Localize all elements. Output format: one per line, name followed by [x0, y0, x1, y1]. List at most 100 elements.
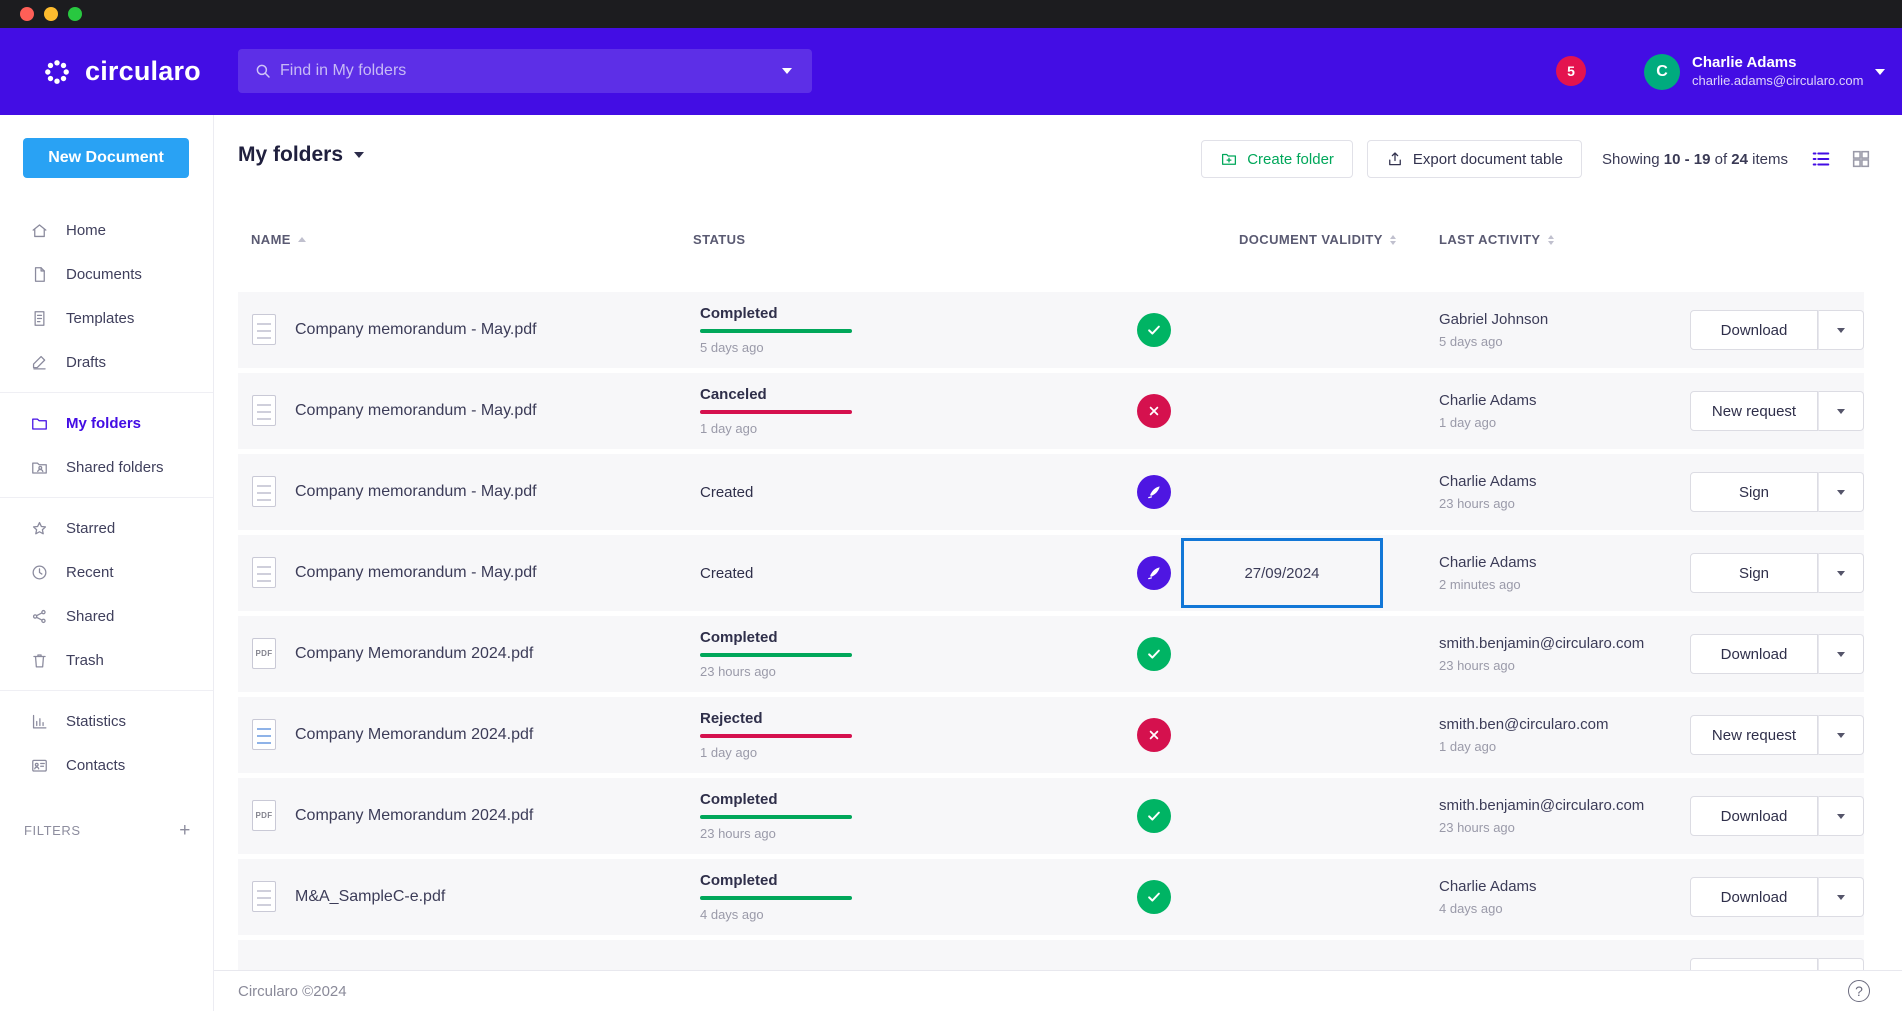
list-view-button[interactable]	[1810, 148, 1832, 170]
document-validity-cell[interactable]	[1181, 619, 1383, 689]
column-header-document-validity[interactable]: DOCUMENT VALIDITY	[1239, 232, 1396, 247]
status-cell: Completed 23 hours ago	[700, 616, 852, 692]
table-row[interactable]: PDF Company Memorandum 2024.pdf Complete…	[238, 616, 1864, 692]
export-label: Export document table	[1413, 151, 1563, 168]
search-input[interactable]	[272, 62, 762, 80]
status-time: 1 day ago	[700, 745, 852, 760]
row-action-dropdown[interactable]	[1818, 472, 1864, 512]
status-label: Rejected	[700, 710, 852, 727]
document-validity-cell[interactable]	[1181, 700, 1383, 770]
row-action-button[interactable]: Sign	[1690, 472, 1818, 512]
list-view-icon	[1810, 148, 1832, 170]
export-document-table-button[interactable]: Export document table	[1367, 140, 1582, 178]
status-cell: Canceled 1 day ago	[700, 373, 852, 449]
new-document-button[interactable]: New Document	[23, 138, 189, 178]
table-row[interactable]: Company memorandum - May.pdf Created Cha…	[238, 454, 1864, 530]
document-name: Company Memorandum 2024.pdf	[295, 807, 533, 825]
document-file-icon	[252, 719, 276, 750]
create-folder-button[interactable]: Create folder	[1201, 140, 1353, 178]
row-action-button[interactable]: Download	[1690, 310, 1818, 350]
row-action-button[interactable]: Download	[1690, 634, 1818, 674]
sidebar-item-label: Documents	[66, 266, 142, 283]
table-row[interactable]: Company Memorandum 2024.pdf Rejected 1 d…	[238, 697, 1864, 773]
circularo-logo-icon	[40, 55, 74, 89]
documents-icon	[30, 265, 49, 284]
document-validity-cell[interactable]	[1181, 376, 1383, 446]
user-menu[interactable]: C Charlie Adams charlie.adams@circularo.…	[1644, 54, 1885, 90]
status-time: 5 days ago	[700, 340, 852, 355]
document-validity-cell-selected[interactable]: 27/09/2024	[1181, 538, 1383, 608]
table-row[interactable]: Company memorandum - May.pdf Created 27/…	[238, 535, 1864, 611]
minimize-button[interactable]	[44, 7, 58, 21]
sidebar-item-home[interactable]: Home	[0, 208, 213, 252]
sidebar-item-recent[interactable]: Recent	[0, 550, 213, 594]
user-email: charlie.adams@circularo.com	[1692, 74, 1863, 88]
cross-status-badge-icon	[1137, 394, 1171, 428]
stats-icon	[30, 712, 49, 731]
row-action-button[interactable]: Sign	[1690, 553, 1818, 593]
row-action-dropdown[interactable]	[1818, 310, 1864, 350]
table-row[interactable]: M&A_SampleC-e.pdf Completed 4 days ago C…	[238, 859, 1864, 935]
document-validity-cell[interactable]	[1181, 862, 1383, 932]
row-action-dropdown[interactable]	[1818, 391, 1864, 431]
row-action-button[interactable]: Download	[1690, 796, 1818, 836]
last-activity-cell: Charlie Adams 23 hours ago	[1439, 454, 1537, 530]
column-header-status[interactable]: STATUS	[693, 232, 745, 247]
column-header-last-activity[interactable]: LAST ACTIVITY	[1439, 232, 1554, 247]
sidebar-item-label: Recent	[66, 564, 114, 581]
close-button[interactable]	[20, 7, 34, 21]
sidebar-item-shared-folders[interactable]: Shared folders	[0, 445, 213, 489]
sidebar-item-starred[interactable]: Starred	[0, 506, 213, 550]
sidebar-item-my-folders[interactable]: My folders	[0, 401, 213, 445]
sidebar-item-shared[interactable]: Shared	[0, 594, 213, 638]
sidebar-item-statistics[interactable]: Statistics	[0, 699, 213, 743]
table-row[interactable]: Company memorandum - May.pdf Canceled 1 …	[238, 373, 1864, 449]
row-action-dropdown[interactable]	[1818, 715, 1864, 755]
last-activity-name: smith.benjamin@circularo.com	[1439, 797, 1644, 814]
document-validity-cell[interactable]	[1181, 781, 1383, 851]
document-validity-cell[interactable]	[1181, 457, 1383, 527]
sign-status-badge-icon	[1137, 556, 1171, 590]
sidebar-item-templates[interactable]: Templates	[0, 296, 213, 340]
document-name: Company memorandum - May.pdf	[295, 321, 537, 339]
showing-items-text: Showing 10 - 19 of 24 items	[1602, 151, 1788, 168]
sidebar-divider	[0, 497, 213, 498]
row-action-button[interactable]: New request	[1690, 391, 1818, 431]
column-header-name[interactable]: NAME	[251, 232, 306, 247]
check-status-badge-icon	[1137, 313, 1171, 347]
page-title-dropdown[interactable]: My folders	[238, 143, 364, 167]
last-activity-cell: Gabriel Johnson 5 days ago	[1439, 292, 1548, 368]
chevron-down-icon	[354, 152, 364, 158]
notification-badge[interactable]: 5	[1556, 56, 1586, 86]
grid-view-button[interactable]	[1850, 148, 1872, 170]
pdf-file-icon: PDF	[252, 800, 276, 831]
zoom-button[interactable]	[68, 7, 82, 21]
document-validity-cell[interactable]	[1181, 295, 1383, 365]
search-scope-dropdown[interactable]	[762, 49, 812, 93]
home-icon	[30, 221, 49, 240]
sidebar-item-documents[interactable]: Documents	[0, 252, 213, 296]
row-action-button[interactable]: Download	[1690, 877, 1818, 917]
row-action-dropdown[interactable]	[1818, 634, 1864, 674]
last-activity-time: 23 hours ago	[1439, 496, 1537, 511]
add-filter-button[interactable]: +	[179, 821, 191, 840]
help-button[interactable]: ?	[1848, 980, 1870, 1002]
status-label: Completed	[700, 872, 852, 889]
last-activity-time: 2 minutes ago	[1439, 577, 1537, 592]
sort-asc-icon	[298, 237, 306, 242]
sidebar-item-drafts[interactable]: Drafts	[0, 340, 213, 384]
last-activity-time: 5 days ago	[1439, 334, 1548, 349]
folder-plus-icon	[1220, 150, 1238, 168]
sidebar-item-contacts[interactable]: Contacts	[0, 743, 213, 787]
status-time: 4 days ago	[700, 907, 852, 922]
copyright-text: Circularo ©2024	[238, 983, 347, 1000]
row-action-dropdown[interactable]	[1818, 877, 1864, 917]
sidebar-item-trash[interactable]: Trash	[0, 638, 213, 682]
row-action-button[interactable]: New request	[1690, 715, 1818, 755]
table-row[interactable]: Company memorandum - May.pdf Completed 5…	[238, 292, 1864, 368]
row-action-dropdown[interactable]	[1818, 796, 1864, 836]
document-table: Company memorandum - May.pdf Completed 5…	[238, 292, 1864, 1011]
table-row[interactable]: PDF Company Memorandum 2024.pdf Complete…	[238, 778, 1864, 854]
chevron-down-icon	[782, 68, 792, 74]
row-action-dropdown[interactable]	[1818, 553, 1864, 593]
